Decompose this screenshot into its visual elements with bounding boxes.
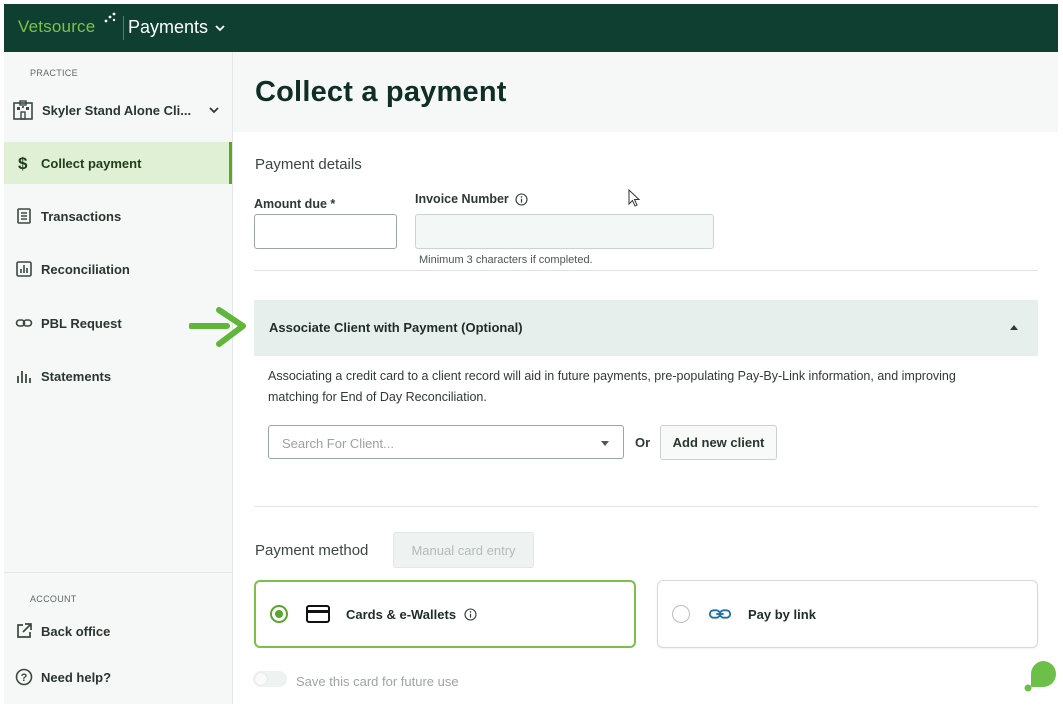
radio-unselected[interactable]	[672, 605, 690, 623]
associate-client-accordion[interactable]: Associate Client with Payment (Optional)	[254, 300, 1038, 356]
invoice-number-input[interactable]	[415, 214, 714, 249]
client-search-select[interactable]: Search For Client...	[268, 425, 624, 459]
topbar-divider	[123, 16, 124, 40]
brand-sparkle-icon	[104, 12, 116, 23]
practice-name: Skyler Stand Alone Cli...	[42, 102, 192, 118]
amount-due-label-text: Amount due *	[254, 197, 336, 211]
payment-method-title: Payment method	[255, 542, 369, 559]
mouse-cursor-icon	[628, 189, 641, 207]
chevron-down-icon	[215, 24, 225, 31]
associate-client-description: Associating a credit card to a client re…	[268, 369, 956, 404]
invoice-helper-text: Minimum 3 characters if completed.	[419, 254, 593, 266]
save-card-toggle[interactable]	[253, 671, 287, 687]
manual-card-entry-button[interactable]: Manual card entry	[393, 532, 534, 568]
svg-text:?: ?	[21, 672, 28, 684]
annotation-arrow-icon	[189, 307, 246, 347]
sidebar: PRACTICE Skyler Stand Alone Cli... $ Col…	[4, 52, 233, 704]
amount-due-label: Amount due *	[254, 197, 335, 211]
payment-option-cards[interactable]: Cards & e-Wallets	[254, 580, 636, 648]
building-icon	[13, 100, 33, 120]
invoice-number-label-text: Invoice Number	[415, 192, 509, 206]
page-title: Collect a payment	[255, 76, 507, 108]
sidebar-item-label: Statements	[41, 368, 112, 384]
sidebar-item-label: Reconciliation	[41, 261, 130, 277]
credit-card-icon	[306, 604, 330, 624]
main-content: Collect a payment Payment details Amount…	[233, 52, 1058, 704]
payment-option-pay-by-link[interactable]: Pay by link	[657, 580, 1038, 648]
dropdown-arrow-icon	[601, 441, 609, 446]
help-circle-icon: ?	[15, 668, 33, 686]
sidebar-item-transactions[interactable]: Transactions	[4, 195, 232, 237]
section-divider	[254, 506, 1038, 507]
save-card-label: Save this card for future use	[296, 674, 459, 689]
info-icon[interactable]	[464, 607, 477, 621]
sidebar-item-label: Collect payment	[41, 155, 142, 171]
bar-chart-icon	[15, 367, 33, 385]
sidebar-item-need-help[interactable]: ? Need help?	[4, 656, 232, 698]
or-separator: Or	[635, 435, 651, 450]
client-search-placeholder: Search For Client...	[282, 436, 394, 451]
invoice-number-label: Invoice Number	[415, 192, 528, 206]
info-icon[interactable]	[515, 192, 528, 206]
radio-selected[interactable]	[270, 605, 288, 623]
payment-option-label: Cards & e-Wallets	[346, 606, 457, 622]
practice-section-label: PRACTICE	[30, 68, 78, 78]
sidebar-item-statements[interactable]: Statements	[4, 355, 232, 397]
sidebar-item-label: Back office	[41, 623, 111, 639]
app-switcher-label: Payments	[128, 17, 209, 37]
app-window: Vetsource Payments PRACTICE Skyler Stand…	[4, 4, 1058, 704]
add-new-client-button[interactable]: Add new client	[660, 425, 777, 460]
caret-up-icon	[1010, 325, 1018, 330]
app-switcher-menu[interactable]: Payments	[128, 17, 226, 38]
sidebar-item-reconciliation[interactable]: Reconciliation	[4, 248, 232, 290]
practice-selector[interactable]: Skyler Stand Alone Cli...	[12, 96, 224, 124]
link-icon	[708, 604, 732, 624]
sidebar-item-label: Need help?	[41, 669, 112, 685]
chat-bubble-icon[interactable]	[1023, 657, 1057, 693]
chevron-down-icon	[209, 107, 219, 114]
page-header: Collect a payment	[233, 52, 1058, 132]
top-bar: Vetsource Payments	[4, 4, 1058, 52]
link-icon	[15, 314, 33, 332]
sidebar-item-collect-payment[interactable]: $ Collect payment	[4, 142, 232, 184]
sidebar-divider	[4, 572, 232, 573]
section-divider	[254, 270, 1038, 271]
sidebar-item-label: PBL Request	[41, 315, 122, 331]
external-link-icon	[15, 622, 33, 640]
amount-due-input[interactable]	[254, 214, 397, 249]
payment-option-label: Pay by link	[748, 606, 816, 622]
chart-box-icon	[15, 260, 33, 278]
account-section-label: ACCOUNT	[30, 594, 77, 604]
receipt-icon	[15, 207, 33, 225]
payment-details-title: Payment details	[255, 156, 362, 173]
dollar-icon: $	[15, 154, 33, 172]
brand-logo[interactable]: Vetsource	[18, 17, 95, 37]
accordion-label: Associate Client with Payment (Optional)	[269, 320, 523, 335]
svg-text:$: $	[18, 154, 28, 172]
sidebar-item-label: Transactions	[41, 208, 122, 224]
sidebar-item-back-office[interactable]: Back office	[4, 610, 232, 652]
